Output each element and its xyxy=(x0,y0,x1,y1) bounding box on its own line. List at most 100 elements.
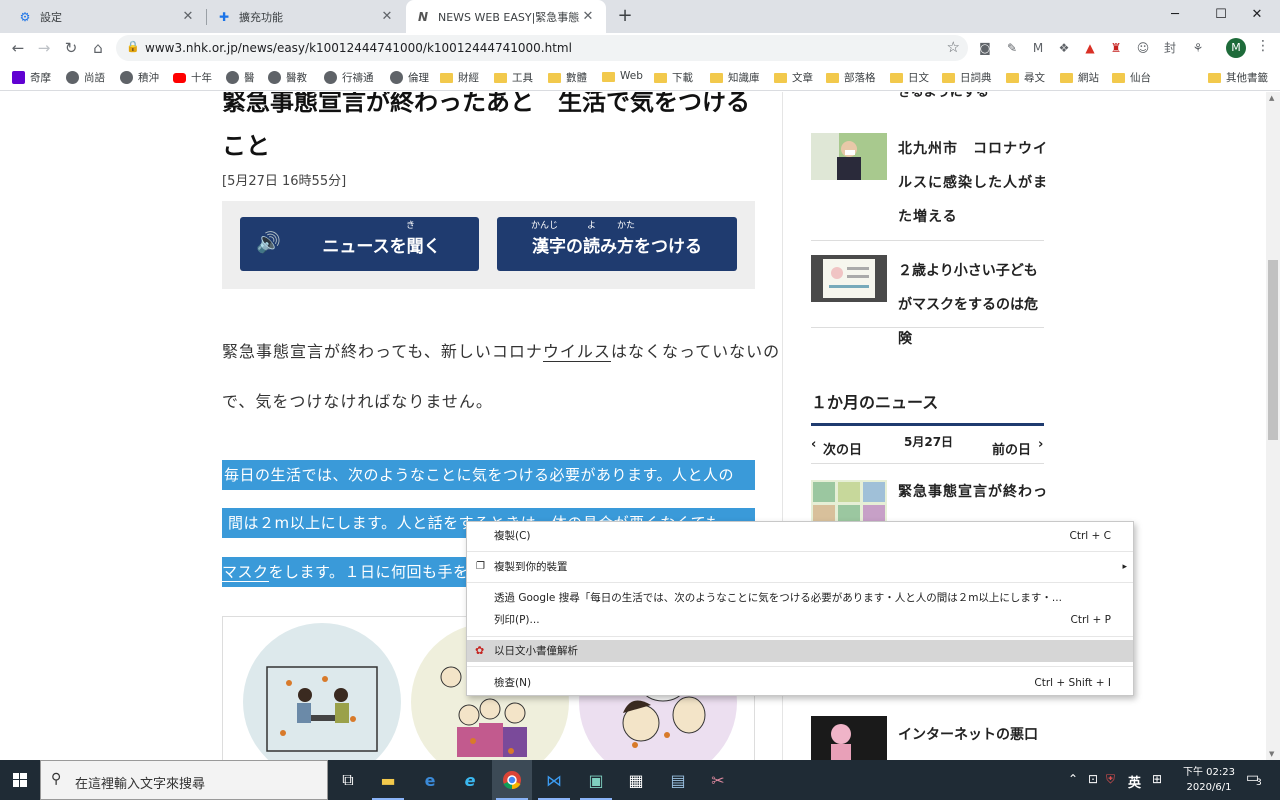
bookmark-item[interactable]: 尋文 xyxy=(1006,70,1045,85)
vscode-icon[interactable]: ⋈ xyxy=(534,760,574,800)
chevron-left-icon[interactable]: ‹ xyxy=(811,437,816,452)
bookmark-item[interactable]: 奇摩 xyxy=(12,70,51,85)
close-icon[interactable]: ✕ xyxy=(379,9,395,24)
news-list-item[interactable]: ２歳より小さい子どもがマスクをするのは危険 xyxy=(811,254,1044,347)
chevron-right-icon[interactable]: › xyxy=(1038,437,1043,452)
bookmark-item[interactable]: 日文 xyxy=(890,70,929,85)
menu-item-copy-to-device[interactable]: ❐ 複製到你的裝置 ▸ xyxy=(467,556,1133,578)
keyboard-icon[interactable]: ⊞ xyxy=(1152,772,1162,786)
edge-icon[interactable]: e xyxy=(410,760,450,800)
link-word[interactable]: ウイルス xyxy=(542,342,611,362)
pdf-icon[interactable]: ▲ xyxy=(1082,40,1098,56)
news-list-item[interactable]: きるようにする xyxy=(811,92,1044,112)
bookmark-item[interactable]: 文章 xyxy=(774,70,813,85)
news-thumbnail xyxy=(811,133,887,180)
scrollbar-thumb[interactable] xyxy=(1268,260,1278,440)
bookmark-item[interactable]: 財經 xyxy=(440,70,479,85)
forward-button[interactable]: → xyxy=(32,36,56,60)
extension-icon[interactable]: ⚘ xyxy=(1190,40,1206,56)
bookmark-label: 部落格 xyxy=(844,72,876,84)
eyedropper-icon[interactable]: ✎ xyxy=(1004,40,1020,56)
gmail-icon[interactable]: M xyxy=(1030,40,1046,56)
todo-icon[interactable]: ♜ xyxy=(1108,40,1124,56)
reload-button[interactable]: ↻ xyxy=(59,36,83,60)
taskbar-search-box[interactable]: ⚲ 在這裡輸入文字來搜尋 xyxy=(40,760,328,800)
bookmark-item[interactable]: 下載 xyxy=(654,70,693,85)
bookmark-item[interactable]: 其他書籤 xyxy=(1208,70,1268,85)
menu-item-print[interactable]: 列印(P)... Ctrl + P xyxy=(467,609,1133,631)
stamp-icon[interactable]: 封 xyxy=(1162,40,1178,56)
folder-icon xyxy=(1112,73,1125,83)
bookmark-item[interactable]: 部落格 xyxy=(826,70,876,85)
antivirus-icon[interactable]: ⛨ xyxy=(1106,772,1115,787)
star-icon[interactable]: ☆ xyxy=(947,38,960,56)
next-day-link[interactable]: 前の日 xyxy=(992,439,1031,458)
prev-day-link[interactable]: 次の日 xyxy=(823,439,862,458)
task-view-icon[interactable]: ⧉ xyxy=(328,760,368,800)
kanji-reading-button[interactable]: かんじ よ かた 漢字の読み方をつける xyxy=(497,217,737,271)
bookmark-item[interactable]: 仙台 xyxy=(1112,70,1151,85)
chat-icon[interactable]: ☺ xyxy=(1135,40,1151,56)
text: はなくなっていないの xyxy=(610,342,781,361)
bookmark-item[interactable]: 工具 xyxy=(494,70,533,85)
folder-icon xyxy=(548,73,561,83)
menu-item-japanese-parser[interactable]: ✿ 以日文小書僮解析 xyxy=(467,640,1133,662)
close-icon[interactable]: ✕ xyxy=(180,9,196,24)
profile-avatar[interactable]: M xyxy=(1226,38,1246,58)
home-button[interactable]: ⌂ xyxy=(86,36,110,60)
menu-shortcut: Ctrl + P xyxy=(1070,614,1112,626)
listen-news-button[interactable]: 🔊 き ニュースを聞く xyxy=(240,217,479,271)
bookmark-item[interactable]: 倫理 xyxy=(390,70,429,85)
tab-title: 擴充功能 xyxy=(239,10,283,24)
tab-extensions[interactable]: ✚ 擴充功能 ✕ xyxy=(207,0,405,33)
calculator-icon[interactable]: ▦ xyxy=(616,760,656,800)
bookmark-item[interactable]: 日詞典 xyxy=(942,70,992,85)
submenu-arrow-icon: ▸ xyxy=(1122,562,1127,572)
ime-indicator[interactable]: 英 xyxy=(1128,772,1141,791)
snipping-icon[interactable]: ✂ xyxy=(698,760,738,800)
bookmark-label: 奇摩 xyxy=(30,72,51,84)
page-scrollbar[interactable]: ▲ ▼ xyxy=(1266,92,1280,760)
new-tab-button[interactable]: + xyxy=(614,5,636,27)
ruby-text: き xyxy=(406,221,416,231)
link-word[interactable]: マスク xyxy=(222,563,269,582)
menu-item-inspect[interactable]: 檢查(N) Ctrl + Shift + I xyxy=(467,672,1133,694)
bookmark-item[interactable]: 尚語 xyxy=(66,70,105,85)
address-bar[interactable]: 🔒 www3.nhk.or.jp/news/easy/k100124447410… xyxy=(116,35,968,61)
bookmark-item[interactable]: 醫 xyxy=(226,70,255,85)
terminal-icon[interactable]: ▣ xyxy=(576,760,616,800)
scroll-down-icon[interactable]: ▼ xyxy=(1269,750,1274,758)
camera-icon[interactable]: ◙ xyxy=(977,40,993,56)
menu-item-google-search[interactable]: 透過 Google 搜尋「每日の生活では、次のようなことに気をつける必要がありま… xyxy=(467,587,1133,609)
tab-settings[interactable]: ⚙ 設定 ✕ xyxy=(8,0,206,33)
chrome-icon[interactable] xyxy=(492,760,532,800)
menu-item-copy[interactable]: 複製(C) Ctrl + C xyxy=(467,525,1133,547)
bookmark-item[interactable]: 網站 xyxy=(1060,70,1099,85)
minimize-button[interactable]: ─ xyxy=(1152,0,1198,30)
news-list-item[interactable]: インターネットの悪口を xyxy=(811,716,1044,760)
system-clock[interactable]: 下午 02:23 2020/6/1 xyxy=(1180,765,1238,795)
bookmark-item[interactable]: 醫教 xyxy=(268,70,307,85)
news-list-item[interactable]: 北九州市 コロナウイルスに感染した人がまた増える xyxy=(811,132,1047,241)
more-menu-icon[interactable]: ⋮ xyxy=(1256,38,1270,54)
close-icon[interactable]: ✕ xyxy=(580,9,596,24)
bookmark-item[interactable]: 行禱通 xyxy=(324,70,374,85)
bookmark-item[interactable]: 數體 xyxy=(548,70,587,85)
file-explorer-icon[interactable]: ▬ xyxy=(368,760,408,800)
close-window-button[interactable]: ✕ xyxy=(1234,0,1280,30)
bookmark-item[interactable]: 積沖 xyxy=(120,70,159,85)
ruby-text: かた xyxy=(617,221,636,231)
dropbox-icon[interactable]: ❖ xyxy=(1056,40,1072,56)
ie-icon[interactable]: e xyxy=(450,760,490,800)
bookmark-item[interactable]: 十年 xyxy=(173,70,212,85)
chevron-up-icon[interactable]: ⌃ xyxy=(1068,772,1078,786)
network-app-icon[interactable]: ▤ xyxy=(658,760,698,800)
bookmark-item[interactable]: 知識庫 xyxy=(710,70,760,85)
start-button[interactable] xyxy=(0,760,40,800)
bookmark-label: 其他書籤 xyxy=(1226,72,1268,84)
bookmark-item[interactable]: Web xyxy=(602,70,643,82)
tab-nhk-news[interactable]: N NEWS WEB EASY|緊急事態宣言が ✕ xyxy=(406,0,606,33)
scroll-up-icon[interactable]: ▲ xyxy=(1269,94,1274,102)
network-icon[interactable]: ⊡ xyxy=(1088,772,1098,786)
back-button[interactable]: ← xyxy=(6,36,30,60)
